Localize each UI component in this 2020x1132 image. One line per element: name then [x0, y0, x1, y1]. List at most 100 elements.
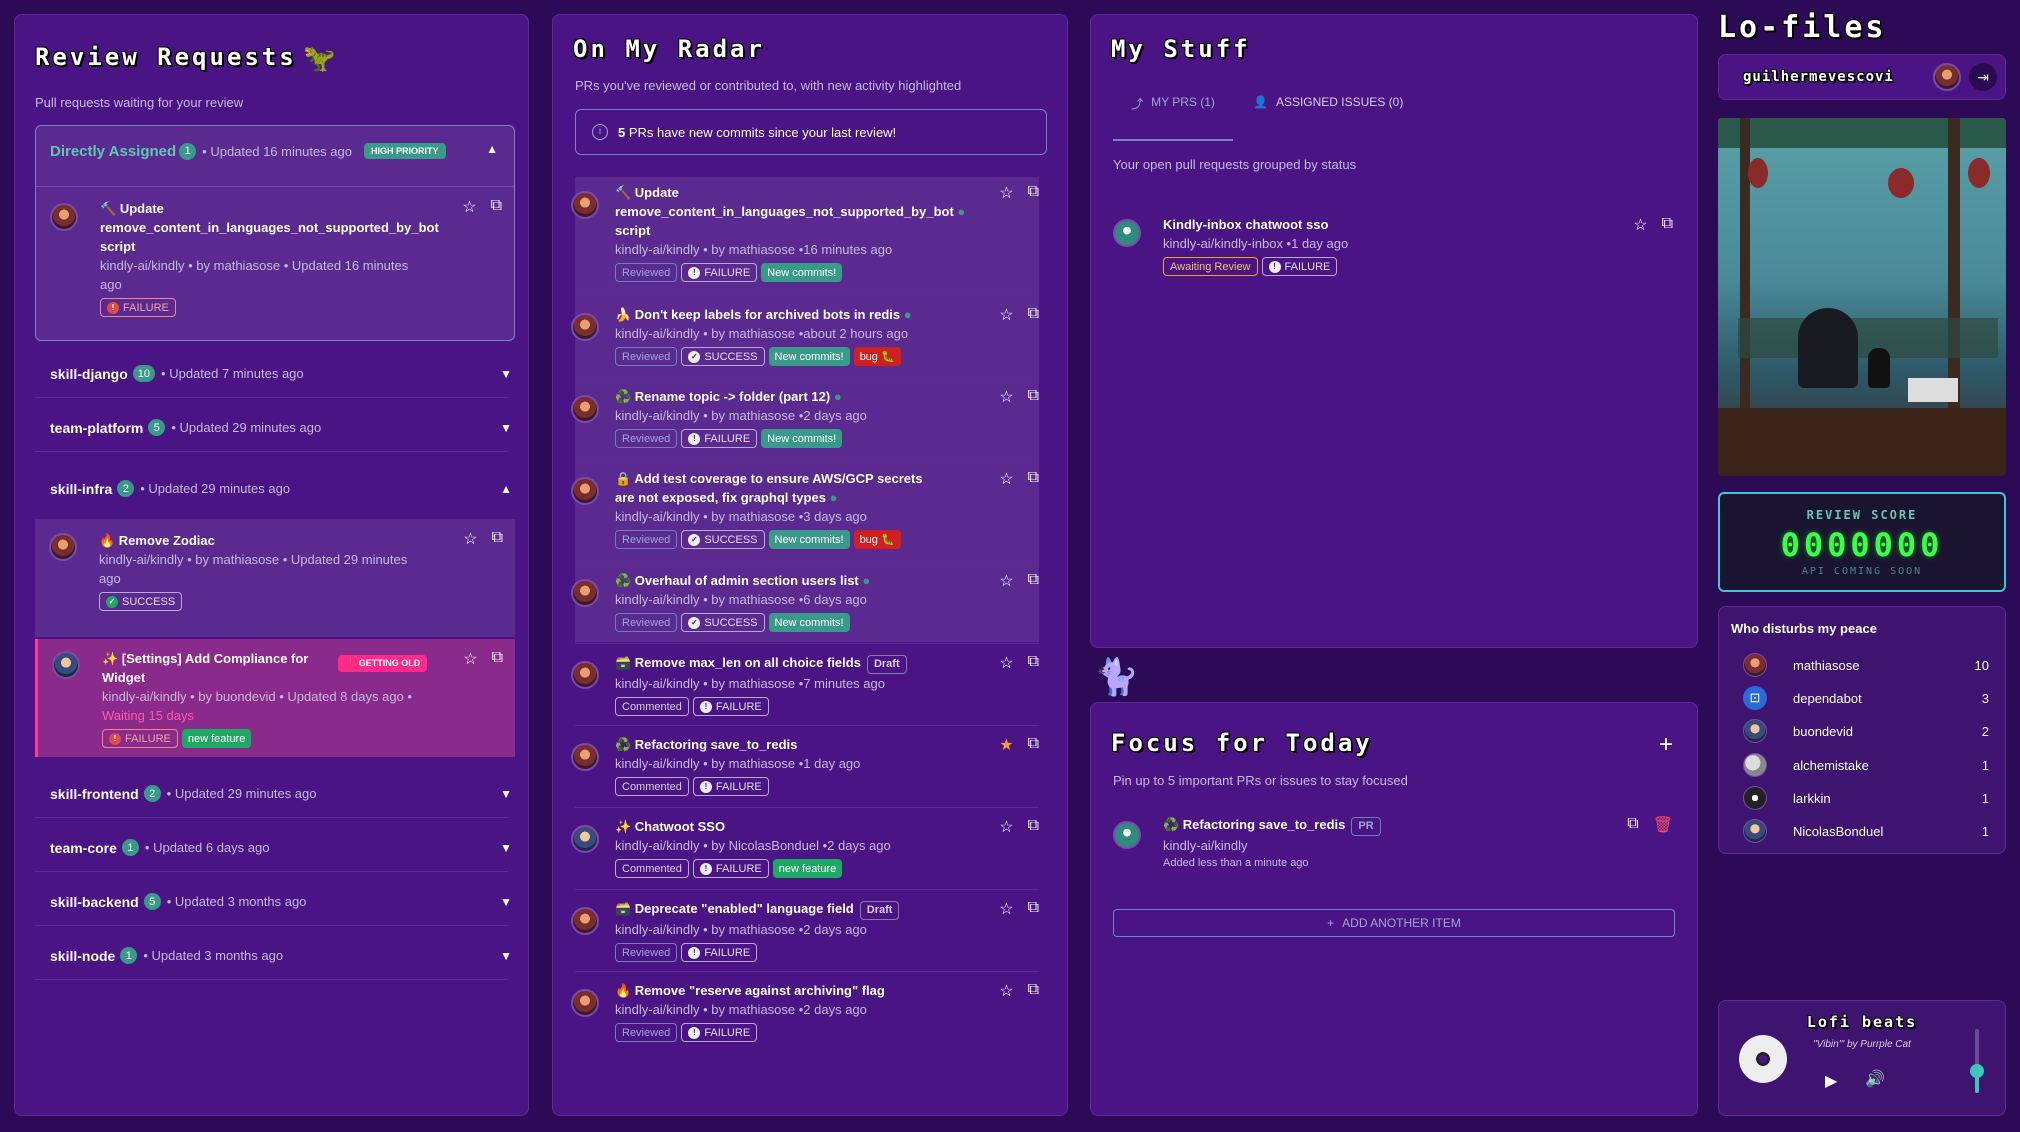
status-failure-badge: ! FAILURE	[681, 943, 758, 962]
external-link-icon[interactable]: ⧉	[1028, 571, 1039, 591]
pull-request-avatar-icon	[1113, 821, 1141, 849]
pr-title[interactable]: ♻️ Rename topic -> folder (part 12) ●	[615, 387, 1039, 406]
external-link-icon[interactable]: ⧉	[1028, 653, 1039, 673]
add-another-item-button[interactable]: + ADD ANOTHER ITEM	[1113, 909, 1675, 937]
external-link-icon[interactable]: ⧉	[491, 197, 502, 217]
external-link-icon[interactable]: ⧉	[1028, 305, 1039, 325]
star-icon[interactable]: ☆	[999, 571, 1013, 591]
play-icon[interactable]: ▶	[1825, 1071, 1837, 1091]
focus-item: ♻️ Refactoring save_to_redis PR kindly-ai…	[1113, 811, 1673, 881]
pr-title[interactable]: 🔒 Add test coverage to ensure AWS/GCP se…	[615, 469, 1039, 507]
avatar	[1743, 753, 1767, 777]
chevron-down-icon[interactable]: ▼	[500, 367, 512, 381]
external-link-icon[interactable]: ⧉	[1662, 215, 1673, 235]
failure-icon: !	[688, 946, 701, 959]
disturber-row[interactable]: NicolasBonduel 1	[1743, 817, 1989, 845]
star-icon[interactable]: ☆	[999, 387, 1013, 407]
group-count-badge: 1	[179, 142, 197, 160]
external-link-icon[interactable]: ⧉	[1028, 817, 1039, 837]
star-icon[interactable]: ☆	[999, 899, 1013, 919]
pr-title[interactable]: 🔥 Remove Zodiac	[99, 531, 439, 550]
group-skill-frontend[interactable]: skill-frontend 2 • Updated 29 minutes ago	[50, 785, 520, 802]
disturbers-title: Who disturbs my peace	[1731, 621, 1877, 636]
logout-icon[interactable]: ⇥	[1969, 63, 1997, 91]
pr-title[interactable]: 🔨 Update remove_content_in_languages_not_…	[100, 199, 440, 256]
chevron-down-icon[interactable]: ▼	[500, 841, 512, 855]
external-link-icon[interactable]: ⧉	[492, 649, 503, 669]
star-icon[interactable]: ☆	[1633, 215, 1647, 235]
chevron-down-icon[interactable]: ▼	[500, 949, 512, 963]
star-icon[interactable]: ☆	[999, 469, 1013, 489]
chevron-down-icon[interactable]: ▼	[500, 787, 512, 801]
trash-icon[interactable]: 🗑	[1653, 815, 1673, 835]
star-icon[interactable]: ☆	[463, 649, 477, 669]
external-link-icon[interactable]: ⧉	[1028, 183, 1039, 203]
pr-title[interactable]: ♻️ Overhaul of admin section users list …	[615, 571, 1039, 590]
group-team-platform[interactable]: team-platform 5 • Updated 29 minutes ago	[50, 419, 520, 436]
add-icon[interactable]: +	[1659, 731, 1673, 759]
pr-title[interactable]: ✨ [Settings] Add Compliance for Widget	[102, 649, 502, 687]
chevron-up-icon[interactable]: ▲	[500, 482, 512, 496]
external-link-icon[interactable]: ⧉	[1028, 735, 1039, 755]
external-link-icon[interactable]: ⧉	[1028, 387, 1039, 407]
pr-title[interactable]: ♻️ Refactoring save_to_redis	[615, 735, 1039, 754]
failure-icon: !	[688, 432, 701, 445]
radar-item: 🍌 Don't keep labels for archived bots in…	[571, 305, 1039, 366]
pr-title[interactable]: 🗃️ Deprecate "enabled" language field Dra…	[615, 899, 1039, 920]
group-skill-backend[interactable]: skill-backend 5 • Updated 3 months ago	[50, 893, 520, 910]
volume-slider[interactable]	[1970, 1029, 1984, 1093]
star-filled-icon[interactable]: ★	[999, 735, 1013, 755]
external-link-icon[interactable]: ⧉	[1028, 899, 1039, 919]
status-success-badge: ✓ SUCCESS	[681, 613, 765, 632]
disturber-row[interactable]: buondevid 2	[1743, 717, 1989, 745]
star-icon[interactable]: ☆	[999, 653, 1013, 673]
pr-title[interactable]: 🗃️ Remove max_len on all choice fields Dr…	[615, 653, 1039, 674]
pr-title[interactable]: 🍌 Don't keep labels for archived bots in…	[615, 305, 1039, 324]
directly-assigned-header[interactable]: Directly Assigned 1 • Updated 16 minutes…	[50, 140, 446, 162]
star-icon[interactable]: ☆	[999, 183, 1013, 203]
group-team-core[interactable]: team-core 1 • Updated 6 days ago	[50, 839, 520, 856]
chevron-up-icon[interactable]: ▲	[486, 142, 498, 156]
check-icon: ✓	[688, 616, 701, 629]
disturber-row[interactable]: larkkin 1	[1743, 784, 1989, 812]
volume-slider-thumb[interactable]	[1970, 1063, 1984, 1078]
chevron-down-icon[interactable]: ▼	[500, 421, 512, 435]
disturber-row[interactable]: alchemistake 1	[1743, 751, 1989, 779]
pr-title[interactable]: ♻️ Refactoring save_to_redis PR	[1163, 815, 1385, 836]
user-avatar[interactable]	[1933, 63, 1961, 91]
status-failure-badge: ! FAILURE	[100, 298, 176, 317]
radar-title: On My Radar	[573, 35, 765, 63]
pr-meta: kindly-ai/kindly • by buondevid • Update…	[102, 689, 412, 723]
star-icon[interactable]: ☆	[462, 197, 476, 217]
external-link-icon[interactable]: ⧉	[1627, 815, 1638, 835]
check-icon: ✓	[106, 595, 118, 608]
star-icon[interactable]: ☆	[463, 529, 477, 549]
tab-assigned-issues[interactable]: 👤 ASSIGNED ISSUES (0)	[1253, 95, 1403, 135]
on-my-radar-panel: On My Radar PRs you've reviewed or contr…	[552, 14, 1068, 1116]
my-stuff-subtitle: Your open pull requests grouped by statu…	[1113, 157, 1357, 172]
external-link-icon[interactable]: ⧉	[492, 529, 503, 549]
external-link-icon[interactable]: ⧉	[1028, 469, 1039, 489]
failure-icon: !	[688, 1026, 701, 1039]
state-badge: Reviewed	[615, 530, 678, 549]
pr-title[interactable]: 🔨 Update remove_content_in_languages_not_…	[615, 183, 1039, 240]
pr-title[interactable]: Kindly-inbox chatwoot sso	[1163, 215, 1348, 234]
lofiles-title: Lo-files	[1718, 10, 1887, 45]
disturber-row[interactable]: ⊡ dependabot 3	[1743, 684, 1989, 712]
star-icon[interactable]: ☆	[999, 981, 1013, 1001]
star-icon[interactable]: ☆	[999, 305, 1013, 325]
pr-title[interactable]: 🔥 Remove "reserve against archiving" fla…	[615, 981, 1039, 1000]
volume-icon[interactable]: 🔊	[1865, 1069, 1885, 1089]
tab-my-prs[interactable]: ⤴ MY PRS (1)	[1113, 95, 1233, 141]
avatar	[49, 533, 77, 561]
chevron-down-icon[interactable]: ▼	[500, 895, 512, 909]
disturber-row[interactable]: mathiasose 10	[1743, 651, 1989, 679]
group-skill-infra[interactable]: skill-infra 2 • Updated 29 minutes ago	[50, 480, 520, 497]
pr-title[interactable]: ✨ Chatwoot SSO	[615, 817, 1039, 836]
dependabot-icon: ⊡	[1743, 686, 1767, 710]
group-skill-django[interactable]: skill-django 10 • Updated 7 minutes ago	[50, 365, 520, 382]
pr-meta: kindly-ai/kindly • by NicolasBonduel •2 …	[615, 838, 891, 853]
group-skill-node[interactable]: skill-node 1 • Updated 3 months ago	[50, 947, 520, 964]
external-link-icon[interactable]: ⧉	[1028, 981, 1039, 1001]
star-icon[interactable]: ☆	[999, 817, 1013, 837]
